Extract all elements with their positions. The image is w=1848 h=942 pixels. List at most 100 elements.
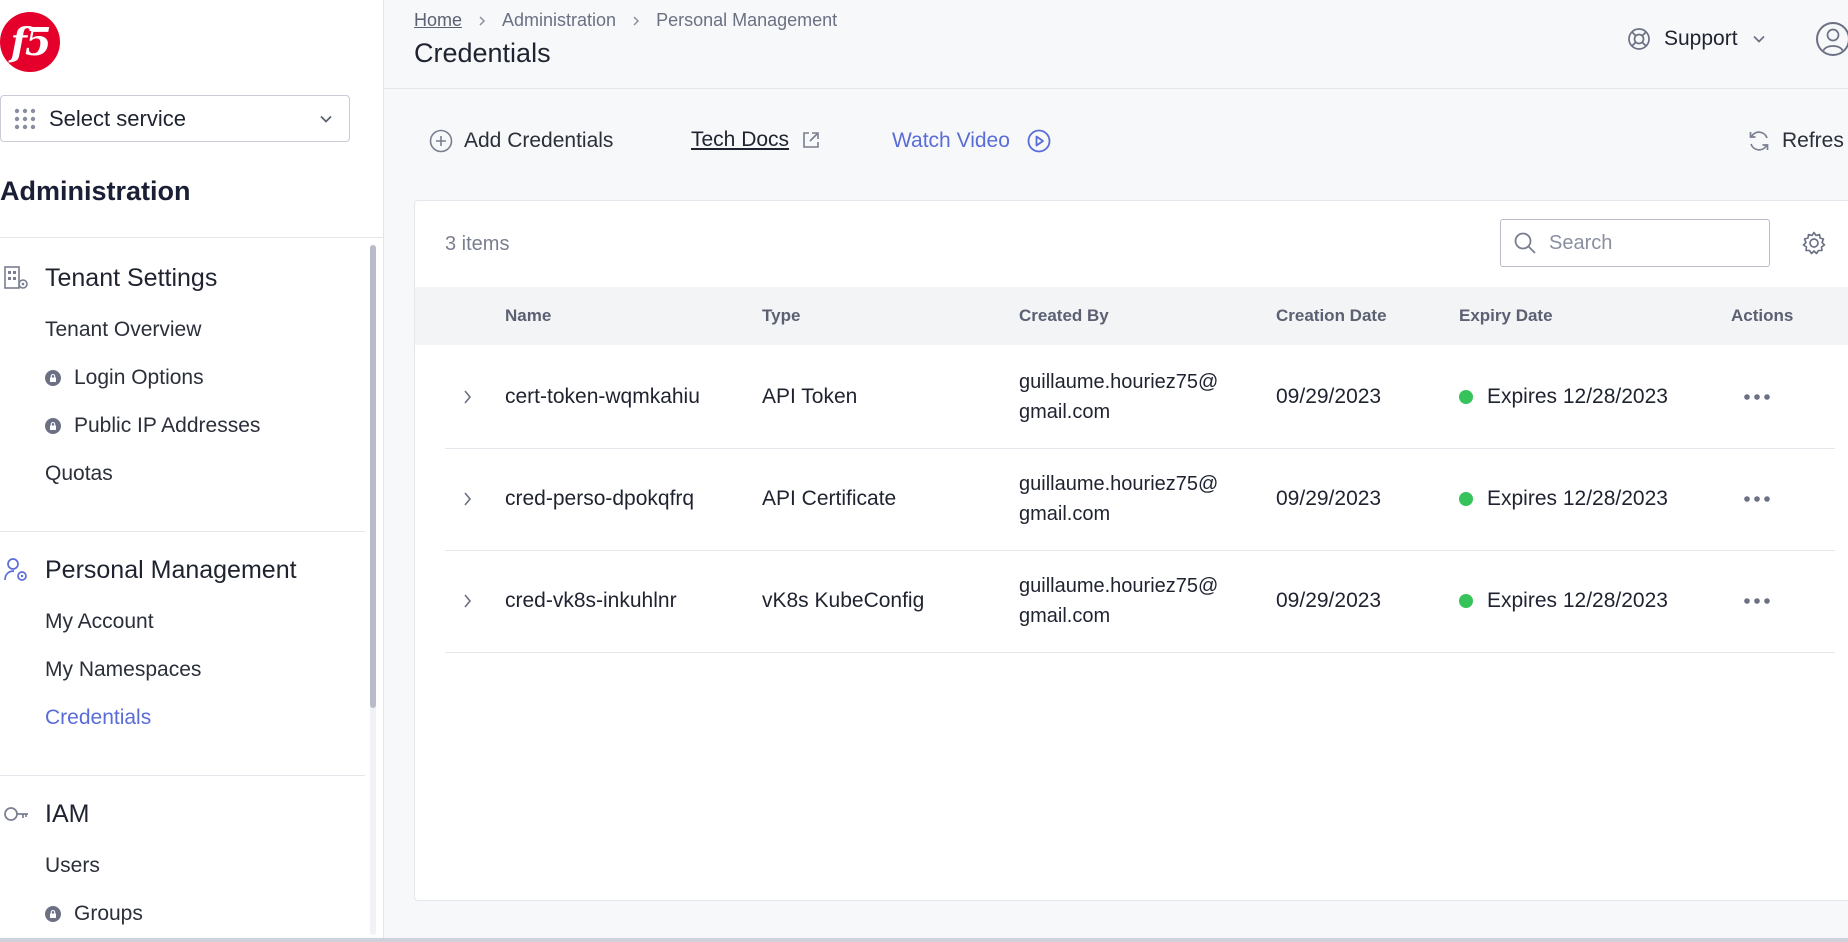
created-by-line: gmail.com (1019, 401, 1111, 423)
credential-type: API Certificate (762, 487, 897, 510)
add-credentials-label: Add Credentials (464, 129, 614, 152)
refresh-icon (1749, 131, 1769, 151)
user-avatar[interactable] (1816, 22, 1848, 56)
refresh-button[interactable]: Refres (1746, 128, 1844, 154)
more-horizontal-icon[interactable] (1743, 392, 1771, 402)
apps-grid-icon (14, 108, 36, 129)
sidebar-item-label: Credentials (45, 706, 152, 729)
sidebar-item-public-ip-addresses[interactable]: Public IP Addresses (0, 402, 370, 450)
chevron-right-icon[interactable] (457, 489, 477, 509)
gear-icon[interactable] (1801, 230, 1827, 256)
table-row[interactable]: cred-perso-dpokqfrq API Certificate guil… (445, 448, 1835, 551)
table-row[interactable]: cert-token-wqmkahiu API Token guillaume.… (445, 346, 1835, 449)
divider (0, 237, 383, 238)
sidebar-item-users[interactable]: Users (0, 842, 370, 890)
nav-header-iam[interactable]: IAM (0, 794, 370, 834)
lock-icon (45, 418, 61, 434)
nav-header-label: Personal Management (45, 555, 297, 584)
nav-group-tenant-settings: Tenant Settings Tenant Overview Login Op… (0, 258, 370, 498)
sidebar-item-my-namespaces[interactable]: My Namespaces (0, 646, 370, 694)
chevron-down-icon (1752, 35, 1765, 43)
external-link-icon (803, 132, 819, 148)
watch-video-link[interactable]: Watch Video (892, 128, 1052, 154)
nav-header-personal-management[interactable]: Personal Management (0, 550, 370, 590)
expiry-status: Expires 12/28/2023 (1459, 550, 1668, 652)
chevron-right-icon (633, 15, 640, 26)
sidebar-section-title: Administration (0, 176, 191, 206)
created-by: guillaume.houriez75@ gmail.com (1019, 448, 1249, 550)
column-header-actions: Actions (1731, 306, 1794, 325)
select-service-dropdown[interactable]: Select service (0, 95, 350, 142)
creation-date: 09/29/2023 (1276, 385, 1382, 408)
expiry-status: Expires 12/28/2023 (1459, 448, 1668, 550)
column-header-created-by[interactable]: Created By (1019, 287, 1109, 345)
sidebar-item-label: Quotas (45, 462, 113, 485)
created-by: guillaume.houriez75@ gmail.com (1019, 550, 1249, 652)
credential-name: cert-token-wqmkahiu (505, 385, 700, 408)
divider (0, 531, 365, 532)
credential-type: API Token (762, 385, 858, 408)
nav-group-personal-management: Personal Management My Account My Namesp… (0, 550, 370, 742)
credential-name: cred-perso-dpokqfrq (505, 487, 695, 510)
breadcrumb-administration[interactable]: Administration (502, 10, 616, 31)
key-icon (4, 807, 28, 821)
search-field[interactable] (1500, 219, 1770, 267)
watch-video-label: Watch Video (892, 129, 1010, 152)
created-by: guillaume.houriez75@ gmail.com (1019, 346, 1249, 448)
column-header-name[interactable]: Name (505, 287, 551, 345)
credential-name: cred-vk8s-inkuhlnr (505, 589, 677, 612)
items-count: 3 items (445, 233, 510, 255)
created-by-line: guillaume.houriez75@ (1019, 575, 1219, 597)
refresh-label: Refres (1782, 129, 1844, 152)
search-input[interactable] (1547, 230, 1751, 256)
sidebar-item-credentials[interactable]: Credentials (0, 694, 370, 742)
sidebar-item-groups[interactable]: Groups (0, 890, 370, 938)
breadcrumb-personal-management[interactable]: Personal Management (656, 10, 837, 31)
search-icon (1514, 232, 1536, 254)
sidebar-item-tenant-overview[interactable]: Tenant Overview (0, 306, 370, 354)
creation-date: 09/29/2023 (1276, 589, 1382, 612)
created-by-line: gmail.com (1019, 503, 1111, 525)
table-row[interactable]: cred-vk8s-inkuhlnr vK8s KubeConfig guill… (445, 550, 1835, 653)
add-credentials-button[interactable]: Add Credentials (428, 128, 613, 154)
created-by-line: gmail.com (1019, 605, 1111, 627)
sidebar-item-my-account[interactable]: My Account (0, 598, 370, 646)
column-header-type[interactable]: Type (762, 287, 800, 345)
nav-header-label: Tenant Settings (45, 263, 218, 292)
expiry-status: Expires 12/28/2023 (1459, 346, 1668, 448)
sidebar-scrollbar-thumb[interactable] (370, 245, 376, 708)
page-header: Home Administration Personal Management … (384, 0, 1848, 89)
column-header-expiry-date[interactable]: Expiry Date (1459, 287, 1553, 345)
play-circle-icon (1027, 129, 1051, 153)
user-settings-icon (4, 558, 27, 581)
page-title: Credentials (414, 38, 551, 68)
sidebar-item-label: My Account (45, 610, 154, 633)
lifebuoy-icon (1628, 28, 1650, 50)
more-horizontal-icon[interactable] (1743, 494, 1771, 504)
plus-circle-icon (429, 129, 453, 153)
status-dot-icon (1459, 492, 1473, 506)
chevron-right-icon[interactable] (457, 591, 477, 611)
support-menu-button[interactable]: Support (1626, 26, 1766, 52)
f5-logo[interactable]: f5 (0, 12, 60, 72)
building-settings-icon (4, 266, 28, 289)
sidebar-item-quotas[interactable]: Quotas (0, 450, 370, 498)
lock-icon (45, 370, 61, 386)
expiry-date: Expires 12/28/2023 (1487, 589, 1668, 612)
status-dot-icon (1459, 594, 1473, 608)
column-header-creation-date[interactable]: Creation Date (1276, 287, 1387, 345)
sidebar: f5 Select service Administration Tenant … (0, 0, 384, 938)
chevron-right-icon[interactable] (457, 387, 477, 407)
sidebar-item-label: Tenant Overview (45, 318, 202, 341)
support-label: Support (1664, 27, 1738, 50)
tech-docs-label: Tech Docs (691, 128, 790, 151)
nav-header-tenant-settings[interactable]: Tenant Settings (0, 258, 370, 298)
tech-docs-link[interactable]: Tech Docs (691, 128, 821, 152)
expiry-date: Expires 12/28/2023 (1487, 385, 1668, 408)
sidebar-item-login-options[interactable]: Login Options (0, 354, 370, 402)
more-horizontal-icon[interactable] (1743, 596, 1771, 606)
credentials-table-card: 3 items Name Type Created By Creation Da… (414, 200, 1848, 901)
breadcrumb-home[interactable]: Home (414, 10, 462, 31)
user-icon (1822, 28, 1844, 53)
main-content: Home Administration Personal Management … (384, 0, 1848, 938)
